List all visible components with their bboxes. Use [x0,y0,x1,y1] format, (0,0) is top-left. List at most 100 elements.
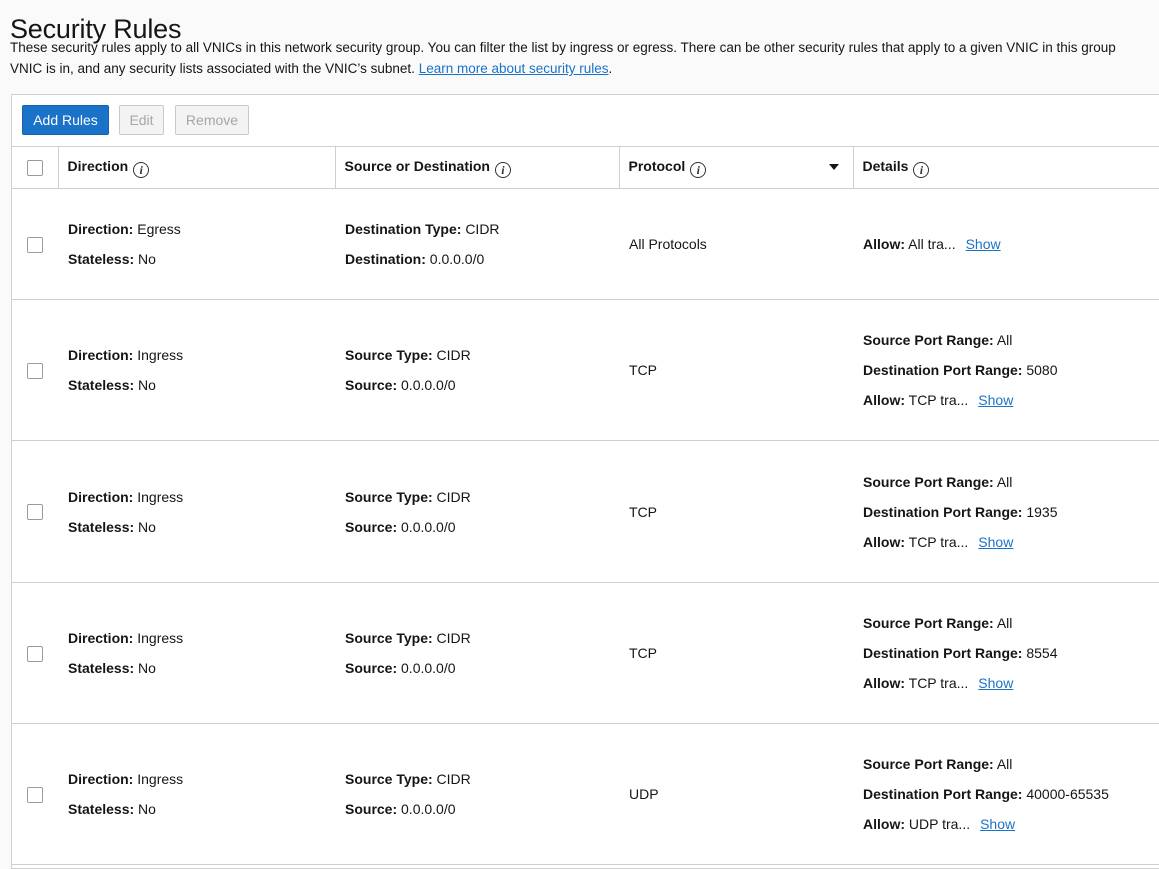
info-icon[interactable]: i [494,161,511,178]
type-label: Source Type: [345,488,433,505]
allow-label: Allow: [863,816,905,832]
source-port-range-field: Source Port Range: All [863,325,1159,355]
source-port-range-field: Source Port Range: All [863,608,1159,638]
allow-value: TCP tra... [908,675,969,691]
source-destination-cell: Source Type: CIDR Source: 0.0.0.0/0 [335,582,619,724]
type-field: Source Type: CIDR [345,482,619,512]
info-icon[interactable]: i [690,161,707,178]
details-cell: Source Port Range: All Destination Port … [853,582,1159,724]
stateless-label: Stateless: [68,377,135,393]
address-field: Source: 0.0.0.0/0 [345,370,619,400]
destination-port-range-value: 1935 [1026,503,1058,520]
direction-cell: Direction: Egress Stateless: No [58,188,335,300]
row-checkbox[interactable] [27,362,43,379]
protocol-cell: TCP [619,299,853,441]
table-row: Direction: Ingress Stateless: No Source … [12,299,1159,441]
address-value: 0.0.0.0/0 [401,377,456,393]
type-label: Destination Type: [345,221,462,237]
source-port-range-label: Source Port Range: [863,332,994,348]
description-text: VNIC is in, and any security lists assoc… [10,61,415,76]
column-header-direction[interactable]: Direction i [57,146,335,189]
stateless-field: Stateless: No [68,512,335,542]
type-field: Destination Type: CIDR [345,214,619,244]
row-select-cell [12,299,58,441]
address-label: Destination: [345,251,426,267]
edit-button[interactable]: Edit [119,105,164,135]
show-link[interactable]: Show [978,392,1013,408]
address-value: 0.0.0.0/0 [429,251,485,267]
table-row: Direction: Ingress Stateless: No Source … [12,723,1159,865]
stateless-value: No [138,518,156,535]
learn-more-link[interactable]: Learn more about security rules [419,61,609,76]
destination-port-range-label: Destination Port Range: [863,362,1023,378]
direction-label: Direction: [68,488,134,505]
destination-port-range-field: Destination Port Range: 1935 [863,497,1159,527]
address-value: 0.0.0.0/0 [401,801,456,817]
direction-cell: Direction: Ingress Stateless: No [58,440,335,583]
table-header-row: Direction i Source or Destination i Protoc… [12,146,1159,189]
show-link[interactable]: Show [980,816,1015,832]
allow-label: Allow: [863,392,905,408]
show-link[interactable]: Show [978,675,1013,691]
direction-cell: Direction: Ingress Stateless: No [58,299,335,441]
source-port-range-label: Source Port Range: [863,473,994,490]
table-row: Direction: Ingress Stateless: No Source … [12,440,1159,583]
details-cell: Allow: All tra... Show [853,188,1159,300]
type-value: CIDR [465,221,500,237]
allow-field: Allow: TCP tra... Show [863,527,1159,557]
row-select-cell [12,440,58,583]
description-line-2: VNIC is in, and any security lists assoc… [10,58,1159,79]
row-select-cell [12,188,58,300]
type-field: Source Type: CIDR [345,340,619,370]
column-header-protocol[interactable]: Protocol i [618,146,853,189]
direction-field: Direction: Ingress [68,340,335,370]
direction-cell: Direction: Ingress Stateless: No [58,723,335,865]
stateless-value: No [138,660,156,676]
destination-port-range-label: Destination Port Range: [863,786,1023,802]
row-checkbox[interactable] [27,645,43,662]
address-label: Source: [345,518,398,535]
info-icon[interactable]: i [133,161,150,178]
destination-port-range-value: 40000-65535 [1026,786,1109,802]
address-field: Source: 0.0.0.0/0 [345,653,619,683]
address-field: Source: 0.0.0.0/0 [345,512,619,542]
stateless-label: Stateless: [68,660,135,676]
stateless-field: Stateless: No [68,370,335,400]
destination-port-range-field: Destination Port Range: 8554 [863,638,1159,668]
add-rules-button[interactable]: Add Rules [22,105,109,135]
row-select-cell [12,723,58,865]
column-header-source-destination[interactable]: Source or Destination i [334,146,619,189]
type-value: CIDR [436,488,471,505]
address-value: 0.0.0.0/0 [401,660,456,676]
table-row: Direction: Ingress Stateless: No Source … [12,582,1159,724]
type-label: Source Type: [345,771,433,787]
stateless-field: Stateless: No [68,244,335,274]
direction-field: Direction: Ingress [68,623,335,653]
direction-value: Ingress [137,488,184,505]
type-value: CIDR [436,347,471,363]
allow-label: Allow: [863,533,905,550]
rules-table: Direction i Source or Destination i Protoc… [12,146,1159,865]
stateless-field: Stateless: No [68,653,335,683]
destination-port-range-label: Destination Port Range: [863,503,1023,520]
column-label: Source or Destination [344,157,490,174]
address-label: Source: [345,660,398,676]
source-destination-cell: Destination Type: CIDR Destination: 0.0.… [335,188,619,300]
direction-cell: Direction: Ingress Stateless: No [58,582,335,724]
direction-field: Direction: Ingress [68,482,335,512]
select-all-checkbox[interactable] [26,160,43,177]
show-link[interactable]: Show [978,534,1013,550]
show-link[interactable]: Show [966,236,1001,252]
row-checkbox[interactable] [27,786,43,803]
remove-button[interactable]: Remove [175,105,249,135]
row-checkbox[interactable] [27,504,43,521]
destination-port-range-field: Destination Port Range: 40000-65535 [863,779,1159,809]
type-label: Source Type: [345,630,433,646]
column-header-details[interactable]: Details i [852,146,1159,189]
source-destination-cell: Source Type: CIDR Source: 0.0.0.0/0 [335,299,619,441]
row-checkbox[interactable] [27,236,43,253]
info-icon[interactable]: i [913,161,930,178]
details-cell: Source Port Range: All Destination Port … [853,440,1159,583]
description-line-1: These security rules apply to all VNICs … [10,40,1116,55]
caret-down-icon[interactable] [828,164,839,170]
